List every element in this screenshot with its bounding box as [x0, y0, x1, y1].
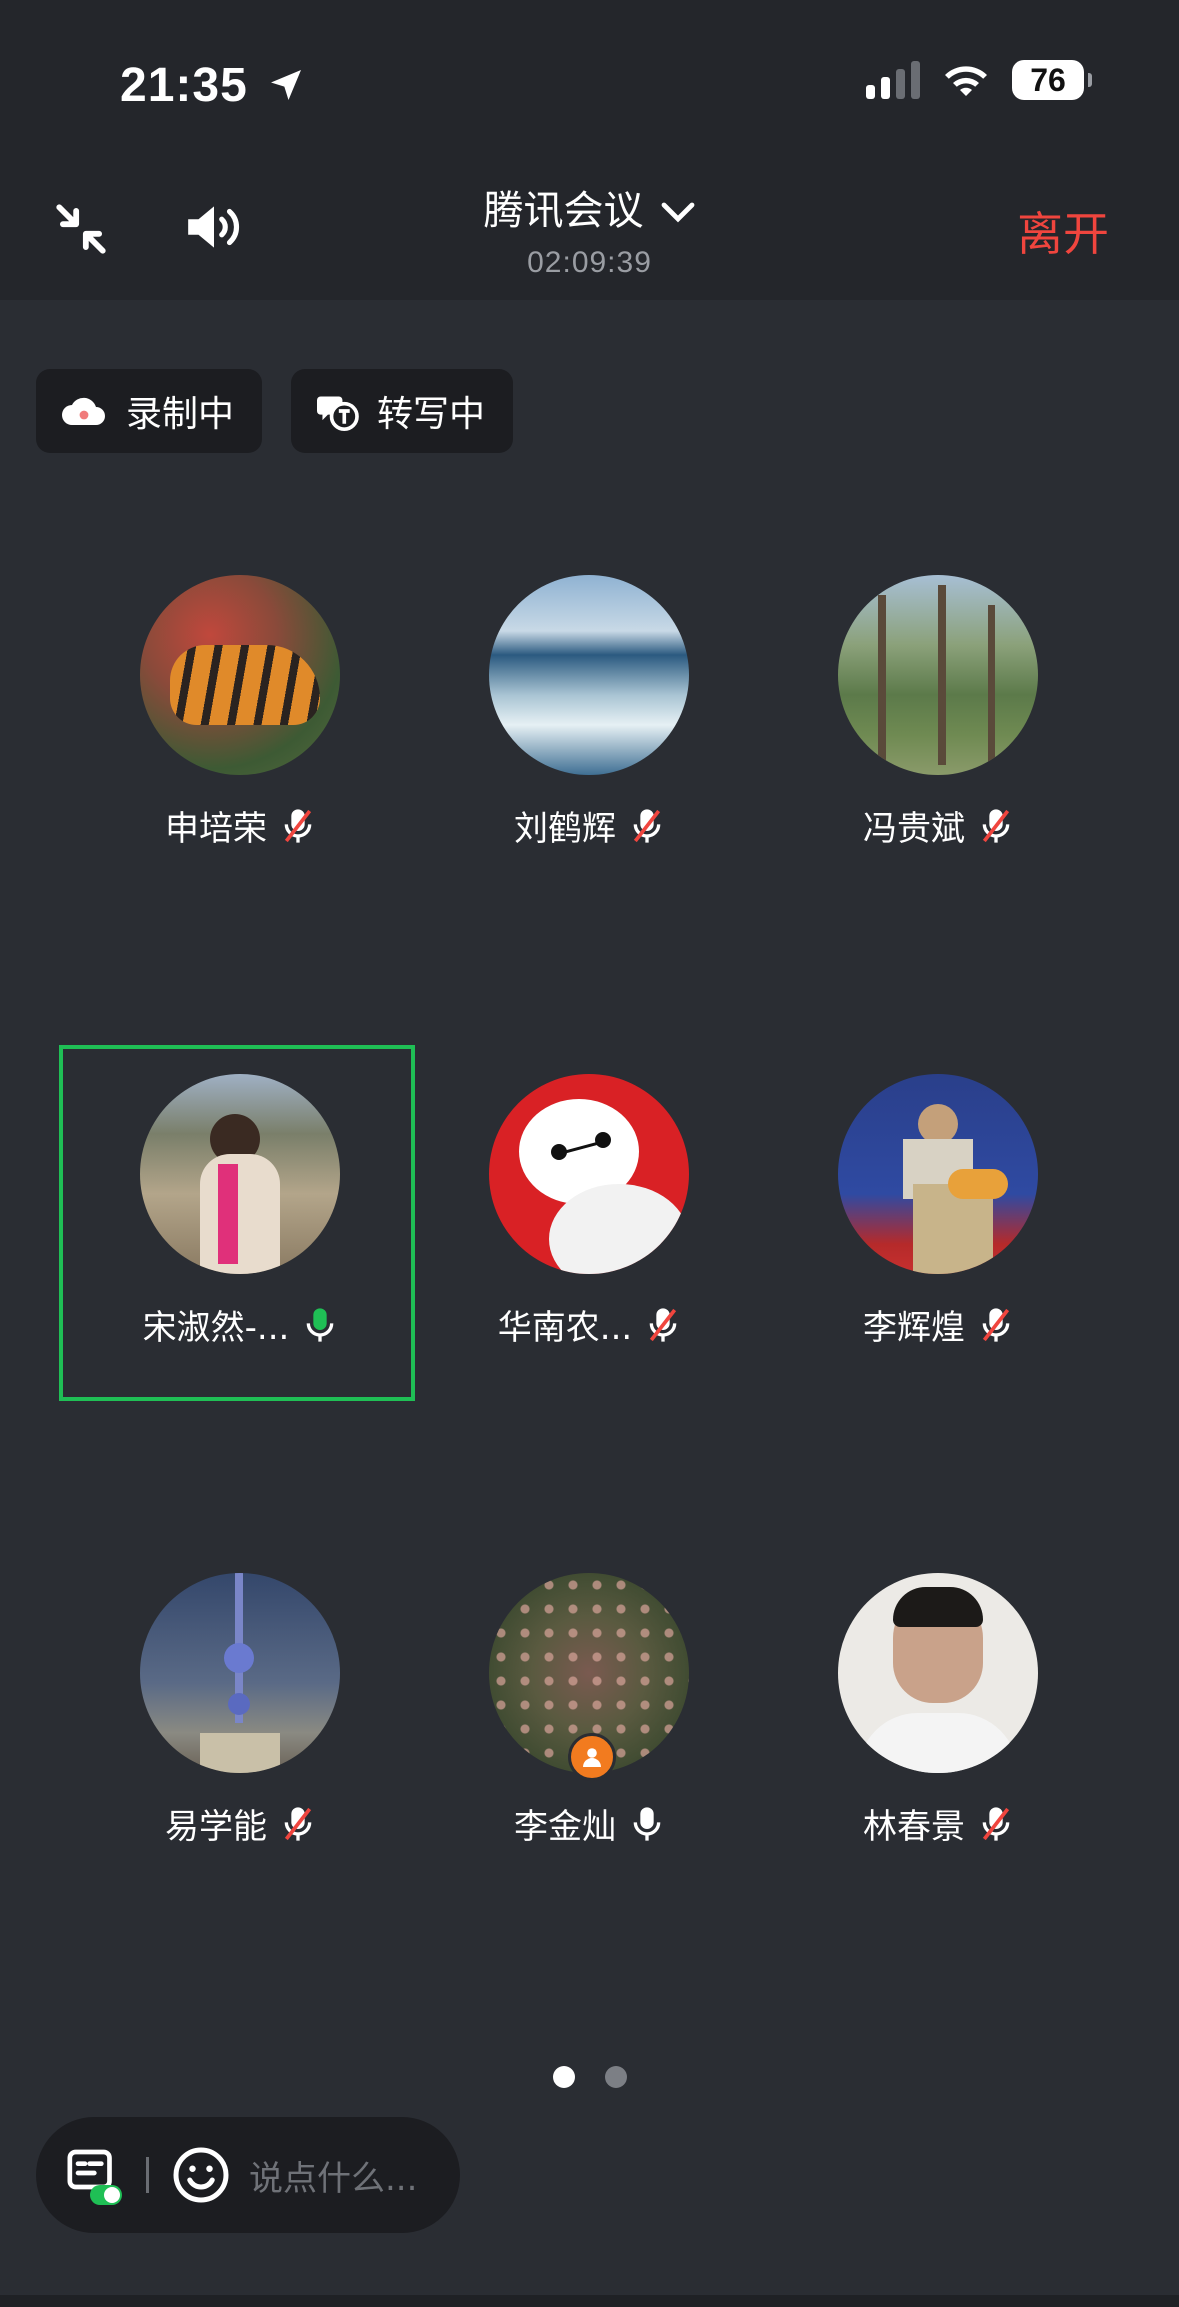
host-badge: [568, 1733, 616, 1781]
participant-name: 易学能: [165, 1807, 267, 1847]
participant-tile[interactable]: 华南农...: [414, 1074, 764, 1349]
emoji-icon[interactable]: [171, 2145, 231, 2205]
avatar: [140, 575, 340, 775]
home-indicator-area: [0, 2295, 1179, 2307]
mic-muted-icon: [982, 1307, 1010, 1342]
subtitle-toggle-icon[interactable]: [64, 2145, 124, 2205]
wifi-icon: [945, 66, 987, 96]
participant-tile[interactable]: 申培荣: [65, 575, 415, 850]
host-icon: [583, 1748, 601, 1767]
participant-name: 刘鹤辉: [514, 809, 616, 849]
participant-name: 李金灿: [514, 1807, 616, 1847]
participant-tile[interactable]: 李金灿: [414, 1573, 764, 1848]
divider: [146, 2157, 149, 2193]
participant-tile[interactable]: 易学能: [65, 1573, 415, 1848]
chat-bar[interactable]: 说点什么...: [36, 2117, 460, 2233]
participant-name: 冯贵斌: [863, 809, 965, 849]
avatar: [838, 1074, 1038, 1274]
chevron-down-icon: [661, 202, 694, 223]
mic-muted-icon: [284, 1806, 312, 1841]
meeting-title[interactable]: 腾讯会议: [0, 178, 1179, 236]
mic-muted-icon: [982, 808, 1010, 843]
mic-icon: [633, 1806, 661, 1841]
mic-active-icon: [307, 1307, 334, 1342]
transcribing-label: 转写中: [377, 394, 486, 435]
avatar: [838, 1573, 1038, 1773]
meeting-duration: 02:09:39: [527, 246, 652, 279]
participant-tile[interactable]: 冯贵斌: [763, 575, 1113, 850]
avatar: [140, 1573, 340, 1773]
participant-name: 华南农...: [497, 1308, 633, 1348]
transcribing-badge[interactable]: 转写中: [291, 369, 514, 453]
mic-muted-icon: [633, 808, 661, 843]
battery-indicator: 76: [1012, 60, 1092, 100]
cloud-icon: [62, 397, 105, 425]
page-indicator[interactable]: [0, 2066, 1179, 2088]
participant-name: 林春景: [863, 1807, 965, 1847]
avatar: [140, 1074, 340, 1274]
transcribe-icon: [317, 396, 359, 431]
participant-name: 宋淑然-...: [142, 1308, 290, 1348]
participant-tile[interactable]: 林春景: [763, 1573, 1113, 1848]
participant-tile[interactable]: 宋淑然-...: [65, 1074, 415, 1349]
page-dot-2[interactable]: [604, 2066, 627, 2088]
page-dot-1[interactable]: [552, 2066, 575, 2088]
participant-name: 李辉煌: [863, 1308, 965, 1348]
chat-input[interactable]: 说点什么...: [249, 2151, 417, 2200]
location-arrow-icon: [271, 70, 302, 100]
recording-badge[interactable]: 录制中: [36, 369, 263, 453]
participant-tile[interactable]: 李辉煌: [763, 1074, 1113, 1349]
participant-name: 申培荣: [165, 809, 267, 849]
status-icons: 76: [866, 60, 1092, 100]
status-time: 21:35: [120, 58, 306, 113]
mic-muted-icon: [982, 1806, 1010, 1841]
mic-muted-icon: [649, 1307, 677, 1342]
cellular-signal-icon: [866, 61, 920, 99]
participant-tile[interactable]: 刘鹤辉: [414, 575, 764, 850]
leave-button[interactable]: 离开: [1017, 198, 1109, 264]
avatar: [838, 575, 1038, 775]
mic-muted-icon: [284, 808, 312, 843]
avatar: [489, 1074, 689, 1274]
recording-label: 录制中: [126, 394, 235, 435]
avatar: [489, 575, 689, 775]
